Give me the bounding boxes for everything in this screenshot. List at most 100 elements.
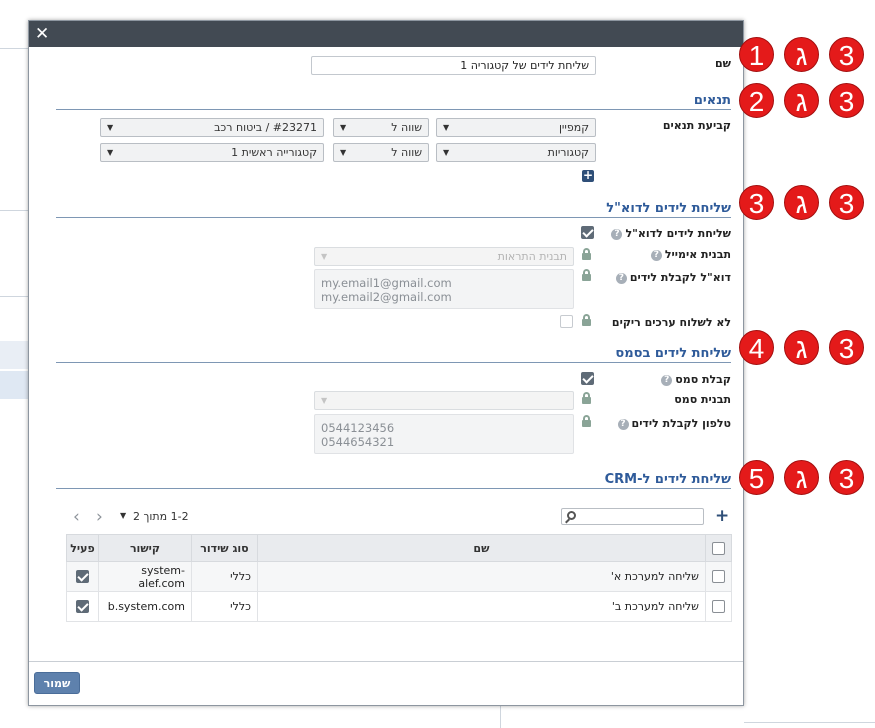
condition-1-operator-select[interactable]: שווה ל ▼ bbox=[333, 118, 429, 137]
chevron-down-icon: ▼ bbox=[443, 148, 450, 157]
background-divider bbox=[0, 210, 28, 211]
dialog-titlebar: ✕ bbox=[29, 21, 743, 47]
column-link[interactable]: קישור bbox=[97, 534, 192, 562]
chevron-down-icon: ▼ bbox=[107, 123, 114, 132]
email-recipients-label: דוא"ל לקבלת לידים? bbox=[615, 271, 731, 284]
lock-icon bbox=[582, 392, 591, 404]
crm-search-input[interactable] bbox=[561, 508, 704, 525]
chevron-down-icon: ▼ bbox=[107, 148, 114, 157]
section-divider bbox=[56, 362, 731, 363]
column-type[interactable]: סוג שידור bbox=[190, 534, 258, 562]
chevron-down-icon: ▼ bbox=[321, 396, 328, 405]
background-divider bbox=[0, 296, 28, 297]
annotation-badge-section: 3 bbox=[829, 330, 864, 365]
chevron-right-icon[interactable]: › bbox=[96, 509, 103, 526]
condition-1-field: קמפיין bbox=[558, 121, 589, 134]
lock-icon bbox=[582, 314, 591, 326]
select-all-checkbox[interactable] bbox=[711, 541, 725, 555]
footer-divider bbox=[29, 661, 743, 662]
lock-icon bbox=[582, 269, 591, 281]
lock-icon bbox=[582, 248, 591, 260]
sms-phones-label: טלפון לקבלת לידים? bbox=[617, 417, 731, 430]
crm-section-title: שליחת לידים ל-CRM bbox=[604, 472, 731, 487]
pager-range: 1-2 מתוך 2 bbox=[133, 510, 189, 523]
chevron-down-icon: ▼ bbox=[340, 123, 347, 132]
active-checkbox[interactable] bbox=[75, 600, 89, 614]
annotation-badges: 3 ג 3 bbox=[739, 185, 875, 221]
background-divider bbox=[744, 722, 875, 723]
email-template-select[interactable]: תבנית התראות ▼ bbox=[314, 247, 574, 266]
column-name[interactable]: שם bbox=[256, 534, 706, 562]
conditions-label: קביעת תנאים bbox=[662, 119, 731, 132]
annotation-badge-section: 3 bbox=[829, 37, 864, 72]
cell-type: כללי bbox=[190, 591, 258, 622]
section-divider bbox=[56, 488, 731, 489]
condition-2-value-select[interactable]: קטגורייה ראשית 1 ▼ bbox=[100, 143, 324, 162]
annotation-badge-section: 3 bbox=[829, 83, 864, 118]
help-icon[interactable]: ? bbox=[611, 228, 623, 240]
annotation-badges: 5 ג 3 bbox=[739, 460, 875, 496]
save-button[interactable]: שמור bbox=[34, 672, 80, 694]
help-icon[interactable]: ? bbox=[650, 249, 662, 261]
condition-2-operator-select[interactable]: שווה ל ▼ bbox=[333, 143, 429, 162]
sms-phones-textarea[interactable]: 0544123456 0544654321 bbox=[314, 414, 574, 454]
email-send-checkbox[interactable] bbox=[581, 226, 594, 239]
email-template-placeholder: תבנית התראות bbox=[497, 250, 567, 263]
background-row bbox=[0, 341, 28, 369]
background-row bbox=[0, 371, 28, 399]
section-divider bbox=[56, 109, 731, 110]
lead-routing-dialog: ✕ שם שליחת לידים של קטגוריה 1 תנאים קביע… bbox=[28, 20, 744, 706]
table-header-row: פעיל קישור סוג שידור שם bbox=[66, 534, 733, 562]
email-send-label: שליחת לידים לדוא"ל? bbox=[611, 227, 731, 240]
cell-type: כללי bbox=[190, 561, 258, 592]
sms-receive-checkbox[interactable] bbox=[581, 372, 594, 385]
annotation-badge-section: 3 bbox=[829, 185, 864, 220]
annotation-badge-letter: ג bbox=[784, 460, 819, 495]
email-recipient: my.email1@gmail.com bbox=[321, 276, 452, 290]
help-icon[interactable]: ? bbox=[661, 374, 673, 386]
add-crm-button[interactable]: + bbox=[715, 508, 729, 525]
annotation-badge-letter: ג bbox=[784, 185, 819, 220]
table-row[interactable]: system-alef.com כללי שליחה למערכת א' bbox=[66, 561, 733, 592]
pager-dropdown-icon[interactable]: ▼ bbox=[120, 511, 126, 520]
annotation-badge-section: 3 bbox=[829, 460, 864, 495]
active-checkbox[interactable] bbox=[75, 570, 89, 584]
annotation-badge-number: 2 bbox=[739, 83, 774, 118]
name-input[interactable]: שליחת לידים של קטגוריה 1 bbox=[311, 56, 596, 75]
condition-1-field-select[interactable]: קמפיין ▼ bbox=[436, 118, 596, 137]
column-select-all bbox=[704, 534, 733, 562]
name-label: שם bbox=[714, 57, 731, 70]
cell-name: שליחה למערכת א' bbox=[256, 561, 706, 592]
email-recipients-textarea[interactable]: my.email1@gmail.com my.email2@gmail.com bbox=[314, 269, 574, 309]
sms-phone: 0544654321 bbox=[321, 435, 395, 449]
help-icon[interactable]: ? bbox=[615, 272, 627, 284]
column-active[interactable]: פעיל bbox=[66, 534, 99, 562]
add-condition-button[interactable]: + bbox=[582, 169, 594, 182]
row-select-checkbox[interactable] bbox=[711, 570, 725, 584]
annotation-badge-number: 1 bbox=[739, 37, 774, 72]
row-select-checkbox[interactable] bbox=[711, 600, 725, 614]
search-icon bbox=[567, 511, 576, 520]
annotation-badge-number: 5 bbox=[739, 460, 774, 495]
condition-2-field-select[interactable]: קטגוריות ▼ bbox=[436, 143, 596, 162]
no-empty-values-checkbox[interactable] bbox=[560, 315, 573, 328]
help-icon[interactable]: ? bbox=[617, 418, 629, 430]
chevron-down-icon: ▼ bbox=[321, 252, 328, 261]
sms-template-select[interactable]: ▼ bbox=[314, 391, 574, 410]
sms-receive-label: קבלת סמס? bbox=[661, 373, 731, 386]
condition-1-operator: שווה ל bbox=[391, 121, 422, 134]
chevron-left-icon[interactable]: ‹ bbox=[73, 509, 80, 526]
sms-section-title: שליחת לידים בסמס bbox=[615, 346, 731, 361]
condition-1-value-select[interactable]: #23271 / ביטוח רכב ▼ bbox=[100, 118, 324, 137]
no-empty-values-label: לא לשלוח ערכים ריקים bbox=[611, 316, 731, 329]
cell-select bbox=[704, 591, 733, 622]
cell-link: system-alef.com bbox=[97, 561, 192, 592]
conditions-title: תנאים bbox=[693, 93, 731, 108]
annotation-badge-number: 3 bbox=[739, 185, 774, 220]
close-icon[interactable]: ✕ bbox=[35, 22, 49, 46]
section-divider bbox=[56, 217, 731, 218]
crm-table: פעיל קישור סוג שידור שם system-alef.com … bbox=[66, 534, 733, 622]
table-row[interactable]: b.system.com כללי שליחה למערכת ב' bbox=[66, 591, 733, 622]
cell-select bbox=[704, 561, 733, 592]
chevron-down-icon: ▼ bbox=[443, 123, 450, 132]
